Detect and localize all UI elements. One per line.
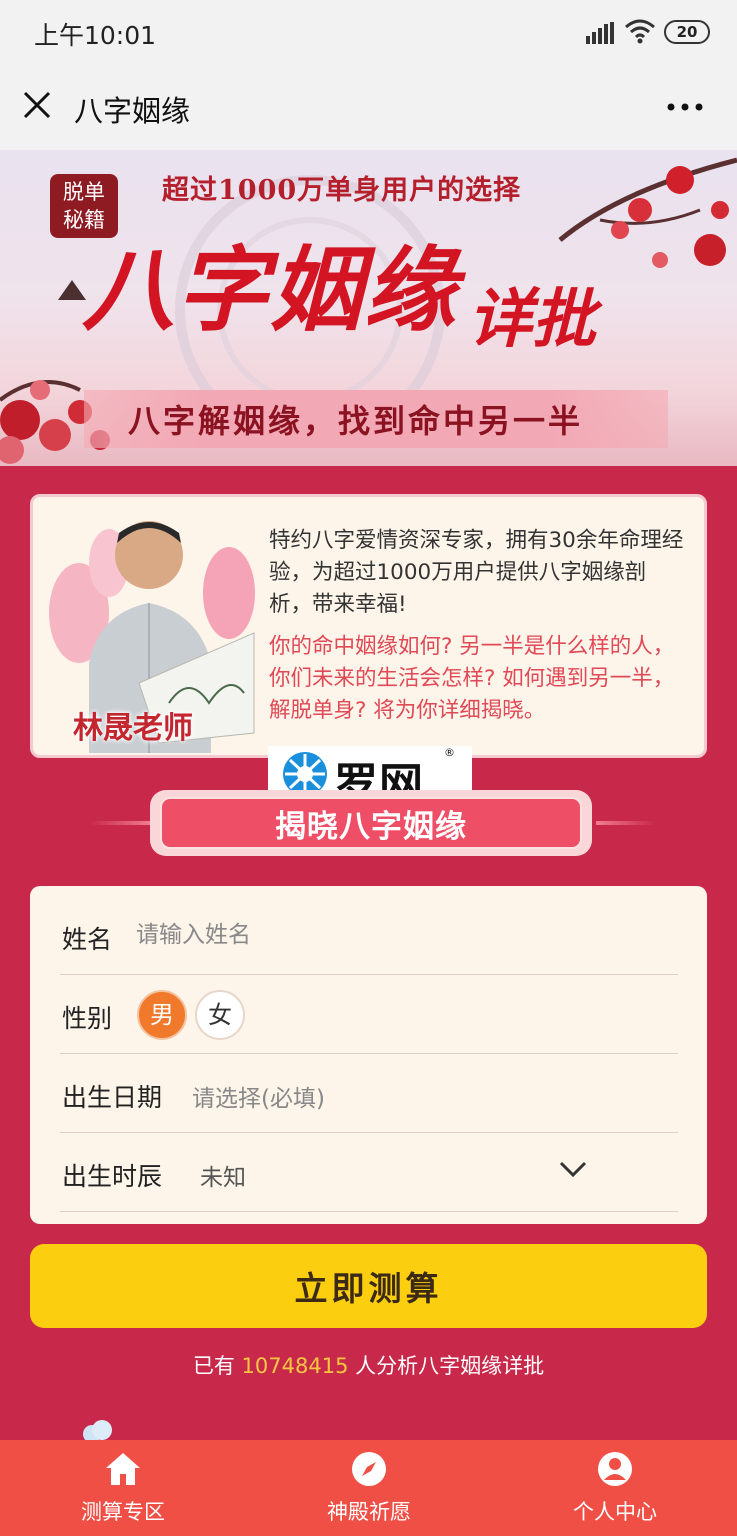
birth-date-picker[interactable]: 请选择(必填) [192, 1079, 325, 1113]
page-title: 八字姻缘 [74, 94, 191, 128]
nav-bar: 八字姻缘 [0, 66, 737, 150]
birth-hour-label: 出生时辰 [62, 1162, 163, 1191]
expert-card: 林晟老师 特约八字爱情资深专家，拥有30余年命理经验，为超过1000万用户提供八… [30, 494, 707, 758]
status-bar: 上午10:01 20 [0, 0, 737, 66]
name-input[interactable] [136, 918, 636, 952]
expert-name: 林晟老师 [73, 711, 193, 746]
section-title: 揭晓八字姻缘 [275, 809, 467, 845]
status-time: 上午10:01 [34, 21, 157, 50]
usage-count-prefix: 已有 [192, 1354, 242, 1378]
registered-mark: ® [444, 746, 455, 759]
banner-subtitle: 八字解姻缘，找到命中另一半 [128, 402, 584, 440]
expert-bio: 特约八字爱情资深专家，拥有30余年命理经验，为超过1000万用户提供八字姻缘剖析… [269, 528, 684, 617]
bottom-tab-bar: 测算专区 神殿祈愿 个人中心 [0, 1440, 737, 1536]
tab-calculation-zone[interactable]: 测算专区 [43, 1440, 203, 1536]
chevron-down-icon[interactable] [558, 1158, 588, 1180]
name-label: 姓名 [62, 925, 113, 954]
banner-title: 八字姻缘 [82, 236, 459, 344]
gender-male-option[interactable]: 男 [137, 990, 187, 1040]
battery-level: 20 [676, 23, 698, 41]
form-divider [60, 1211, 678, 1212]
user-icon [598, 1452, 632, 1486]
signal-icon [586, 22, 614, 44]
form-divider [60, 1053, 678, 1054]
section-divider-left [90, 821, 150, 825]
gender-label: 性别 [62, 1004, 113, 1033]
usage-count: 已有 10748415 人分析八字姻缘详批 [0, 1350, 737, 1380]
banner-title-suffix: 详批 [468, 282, 596, 357]
close-icon[interactable] [22, 90, 52, 120]
more-icon[interactable] [666, 102, 704, 112]
section-divider-right [596, 821, 656, 825]
wifi-icon [625, 19, 655, 44]
tab-label: 测算专区 [81, 1500, 165, 1524]
birth-hour-select[interactable]: 未知 [200, 1158, 246, 1192]
tab-label: 神殿祈愿 [327, 1500, 411, 1524]
form-divider [60, 974, 678, 975]
compass-icon [352, 1452, 386, 1486]
gender-female-option[interactable]: 女 [195, 990, 245, 1040]
calculate-button-label: 立即测算 [294, 1269, 443, 1308]
banner-tagline: 超过1000万单身用户的选择 [162, 175, 522, 206]
birth-info-form: 姓名 性别 男 女 出生日期 请选择(必填) 出生时辰 未知 [30, 886, 707, 1224]
calculate-button[interactable]: 立即测算 [30, 1244, 707, 1328]
hero-banner: 脱单秘籍 超过1000万单身用户的选择 八字姻缘 详批 八字解姻缘，找到命中另一… [0, 150, 737, 466]
usage-count-suffix: 人分析八字姻缘详批 [348, 1354, 545, 1378]
usage-count-number: 10748415 [241, 1354, 349, 1378]
tab-temple-prayer[interactable]: 神殿祈愿 [289, 1440, 449, 1536]
battery-icon: 20 [664, 20, 710, 44]
tab-personal-center[interactable]: 个人中心 [535, 1440, 695, 1536]
birth-date-label: 出生日期 [62, 1083, 163, 1112]
tab-label: 个人中心 [573, 1500, 657, 1524]
home-icon [106, 1453, 140, 1485]
expert-question: 你的命中姻缘如何? 另一半是什么样的人，你们未来的生活会怎样? 如何遇到另一半，… [269, 634, 675, 723]
form-divider [60, 1132, 678, 1133]
